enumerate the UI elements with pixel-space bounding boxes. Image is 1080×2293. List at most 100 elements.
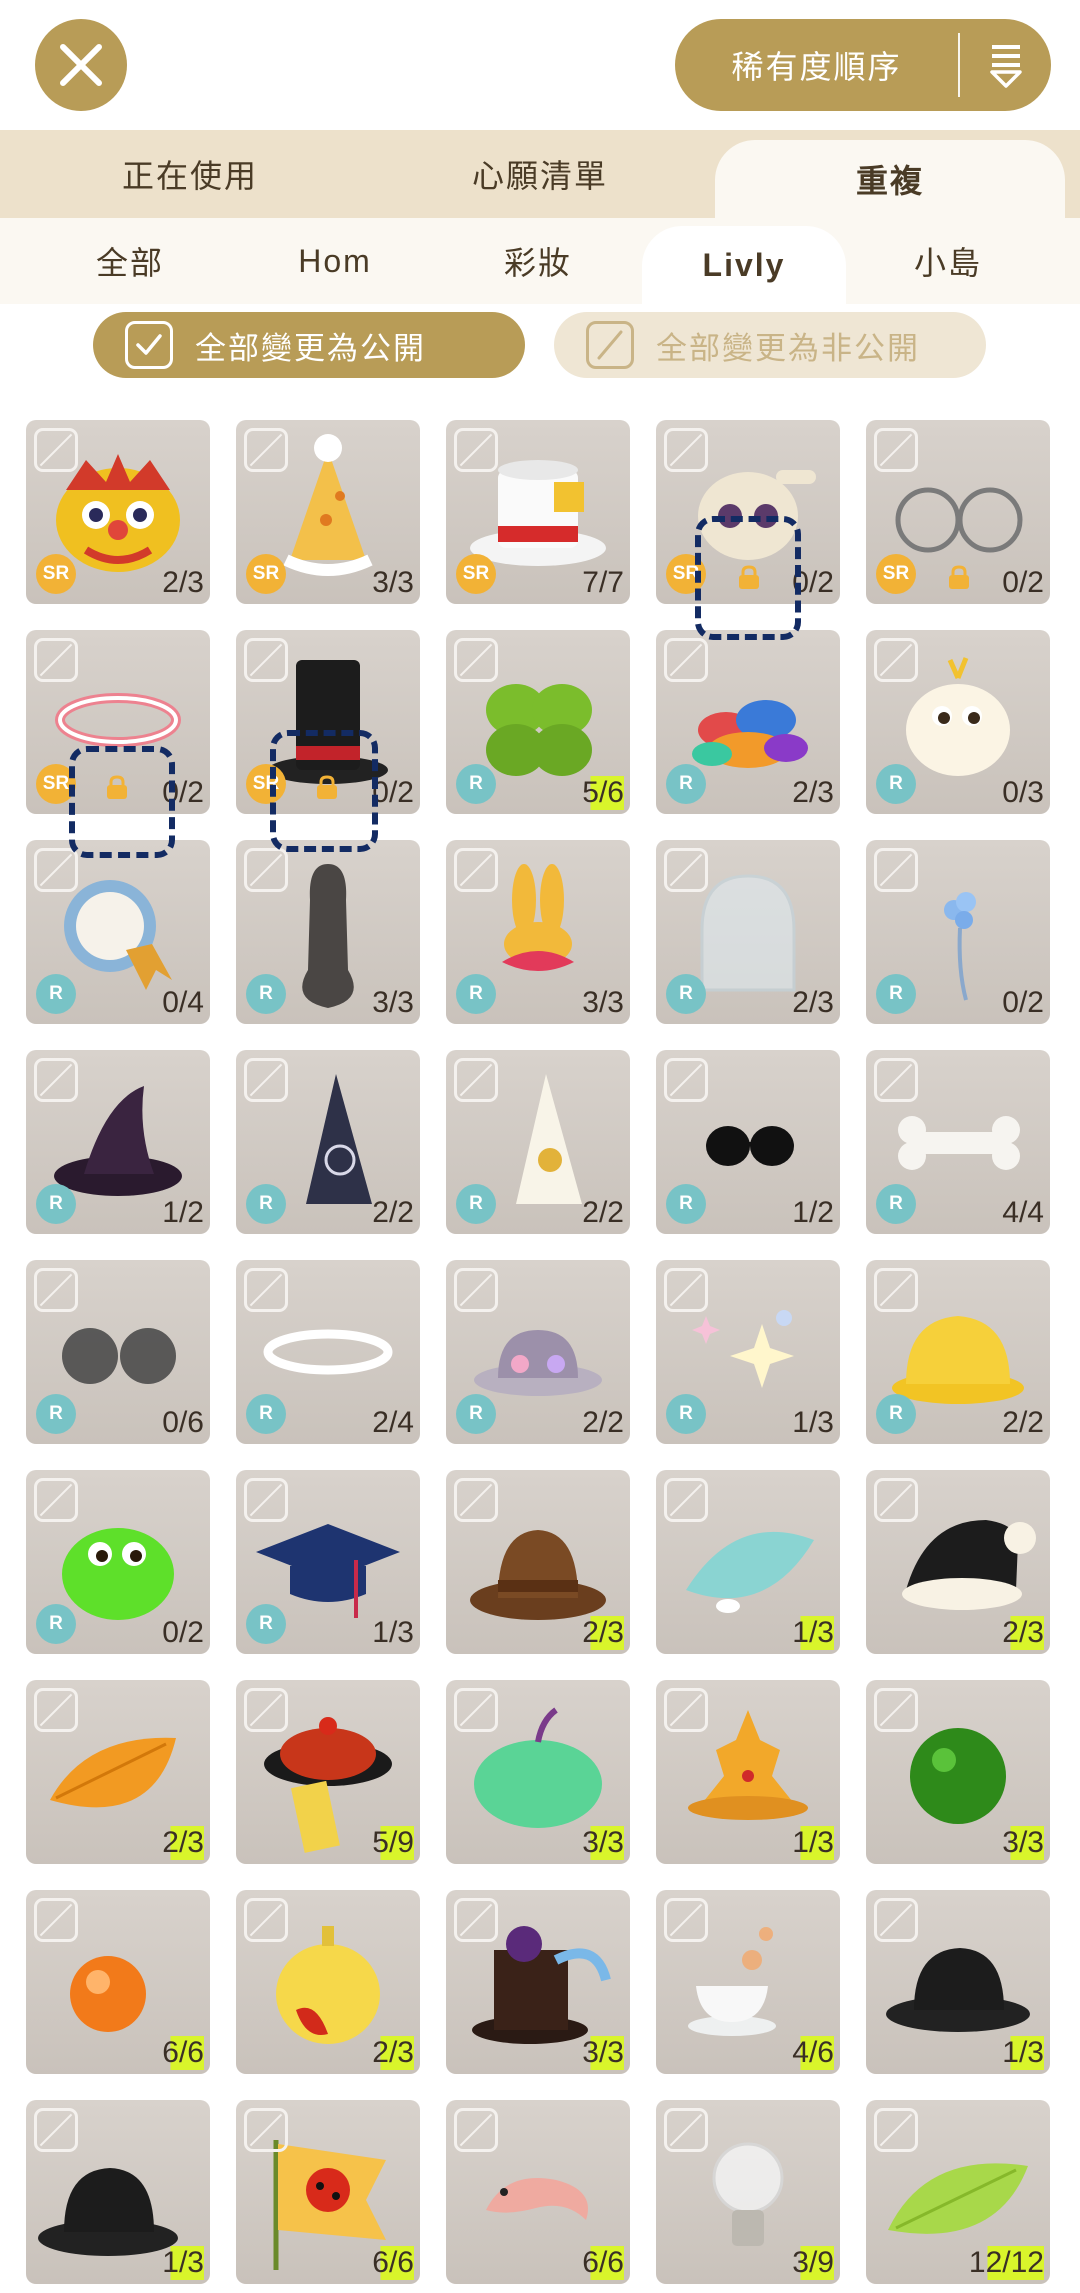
tab-in-use[interactable]: 正在使用	[40, 130, 340, 218]
item-checkbox[interactable]	[244, 2108, 288, 2152]
item-tile-wizard-hat-sun[interactable]: R 2/2	[446, 1050, 630, 1234]
item-tile-black-bowler-2[interactable]: 1/3	[26, 2100, 210, 2284]
item-tile-graduation-cap[interactable]: R 1/3	[236, 1470, 420, 1654]
item-tile-black-bowler[interactable]: 1/3	[866, 1890, 1050, 2074]
item-checkbox[interactable]	[874, 1058, 918, 1102]
make-all-private-button[interactable]: 全部變更為非公開	[554, 312, 986, 378]
item-tile-clover[interactable]: R 5/6	[446, 630, 630, 814]
item-checkbox[interactable]	[34, 428, 78, 472]
item-checkbox[interactable]	[34, 1478, 78, 1522]
item-checkbox[interactable]	[664, 1688, 708, 1732]
item-checkbox[interactable]	[454, 1268, 498, 1312]
item-checkbox[interactable]	[454, 1478, 498, 1522]
item-tile-glass-dome[interactable]: R 2/3	[656, 840, 840, 1024]
item-tile-orange-orb[interactable]: 6/6	[26, 1890, 210, 2074]
item-tile-white-halo[interactable]: R 2/4	[236, 1260, 420, 1444]
item-tile-sparkles[interactable]: R 1/3	[656, 1260, 840, 1444]
item-checkbox[interactable]	[454, 1058, 498, 1102]
tab-makeup[interactable]: 彩妝	[448, 218, 628, 304]
item-checkbox[interactable]	[244, 1898, 288, 1942]
item-tile-sunglasses[interactable]: R 1/2	[656, 1050, 840, 1234]
item-checkbox[interactable]	[664, 848, 708, 892]
item-checkbox[interactable]	[34, 848, 78, 892]
item-checkbox[interactable]	[874, 428, 918, 472]
item-tile-qing-hat[interactable]: 5/9	[236, 1680, 420, 1864]
make-all-public-button[interactable]: 全部變更為公開	[93, 312, 525, 378]
tab-all[interactable]: 全部	[40, 218, 220, 304]
item-tile-bone[interactable]: R 4/4	[866, 1050, 1050, 1234]
item-tile-green-pumpkin[interactable]: 3/3	[446, 1680, 630, 1864]
item-tile-lion-mask[interactable]: SR 2/3	[26, 420, 210, 604]
item-tile-top-hat-white[interactable]: SR 7/7	[446, 420, 630, 604]
item-checkbox[interactable]	[244, 1058, 288, 1102]
item-tile-moss-ball[interactable]: 3/3	[866, 1680, 1050, 1864]
item-checkbox[interactable]	[34, 1688, 78, 1732]
item-tile-shrimp[interactable]: 6/6	[446, 2100, 630, 2284]
item-checkbox[interactable]	[454, 638, 498, 682]
item-checkbox[interactable]	[244, 1478, 288, 1522]
item-checkbox[interactable]	[664, 1268, 708, 1312]
item-tile-orange-leaf[interactable]: 2/3	[26, 1680, 210, 1864]
item-checkbox[interactable]	[244, 1688, 288, 1732]
tab-duplicates[interactable]: 重複	[715, 140, 1065, 218]
tab-wishlist[interactable]: 心願清單	[390, 130, 690, 218]
item-tile-bunny-ears-bow[interactable]: R 3/3	[446, 840, 630, 1024]
item-tile-yellow-helmet[interactable]: R 2/2	[866, 1260, 1050, 1444]
item-checkbox[interactable]	[244, 428, 288, 472]
item-tile-teal-leaf[interactable]: 1/3	[656, 1470, 840, 1654]
item-checkbox[interactable]	[664, 638, 708, 682]
item-checkbox[interactable]	[874, 1688, 918, 1732]
item-tile-witch-hat[interactable]: R 1/2	[26, 1050, 210, 1234]
item-tile-ladybug-flag[interactable]: 6/6	[236, 2100, 420, 2284]
item-tile-fluffy-creature[interactable]: R 0/3	[866, 630, 1050, 814]
item-tile-blue-flower[interactable]: R 0/2	[866, 840, 1050, 1024]
sort-button[interactable]: 稀有度順序	[675, 19, 1051, 111]
item-tile-wizard-hat-moon[interactable]: R 2/2	[236, 1050, 420, 1234]
item-tile-green-leaf[interactable]: 12/12	[866, 2100, 1050, 2284]
item-checkbox[interactable]	[664, 1898, 708, 1942]
sort-order-icon[interactable]	[960, 41, 1051, 89]
item-checkbox[interactable]	[874, 1268, 918, 1312]
item-checkbox[interactable]	[244, 848, 288, 892]
item-checkbox[interactable]	[874, 848, 918, 892]
item-checkbox[interactable]	[454, 848, 498, 892]
item-checkbox[interactable]	[664, 2108, 708, 2152]
item-checkbox[interactable]	[664, 1058, 708, 1102]
item-tile-teacup[interactable]: 4/6	[656, 1890, 840, 2074]
item-tile-apple-ornament[interactable]: 2/3	[236, 1890, 420, 2074]
item-checkbox[interactable]	[454, 428, 498, 472]
item-checkbox[interactable]	[874, 1898, 918, 1942]
tab-island[interactable]: 小島	[858, 218, 1038, 304]
item-checkbox[interactable]	[874, 1478, 918, 1522]
item-checkbox[interactable]	[244, 638, 288, 682]
item-tile-candy-pile[interactable]: R 2/3	[656, 630, 840, 814]
tab-hom[interactable]: Hom	[245, 218, 425, 304]
item-tile-round-glasses[interactable]: SR 0/2	[866, 420, 1050, 604]
item-tile-party-hat[interactable]: SR 3/3	[236, 420, 420, 604]
item-checkbox[interactable]	[34, 2108, 78, 2152]
close-button[interactable]	[35, 19, 127, 111]
item-checkbox[interactable]	[454, 1898, 498, 1942]
item-tile-brown-hat[interactable]: 2/3	[446, 1470, 630, 1654]
item-tile-golden-crown[interactable]: 1/3	[656, 1680, 840, 1864]
item-tile-tinted-glasses[interactable]: R 0/6	[26, 1260, 210, 1444]
item-checkbox[interactable]	[34, 1058, 78, 1102]
item-checkbox[interactable]	[454, 1688, 498, 1732]
item-tile-santa-hat[interactable]: 2/3	[866, 1470, 1050, 1654]
item-checkbox[interactable]	[34, 638, 78, 682]
item-tile-rosette-badge[interactable]: R 0/4	[26, 840, 210, 1024]
item-checkbox[interactable]	[34, 1268, 78, 1312]
item-tile-rose-top-hat[interactable]: 3/3	[446, 1890, 630, 2074]
item-checkbox[interactable]	[454, 2108, 498, 2152]
item-checkbox[interactable]	[874, 638, 918, 682]
item-tile-ufo-hat[interactable]: R 2/2	[446, 1260, 630, 1444]
item-checkbox[interactable]	[664, 1478, 708, 1522]
item-tile-light-bulb[interactable]: 3/9	[656, 2100, 840, 2284]
item-tile-guitar-case[interactable]: R 3/3	[236, 840, 420, 1024]
item-checkbox[interactable]	[664, 428, 708, 472]
item-checkbox[interactable]	[874, 2108, 918, 2152]
item-checkbox[interactable]	[244, 1268, 288, 1312]
item-tile-green-creature[interactable]: R 0/2	[26, 1470, 210, 1654]
tab-livly[interactable]: Livly	[642, 226, 846, 304]
item-checkbox[interactable]	[34, 1898, 78, 1942]
